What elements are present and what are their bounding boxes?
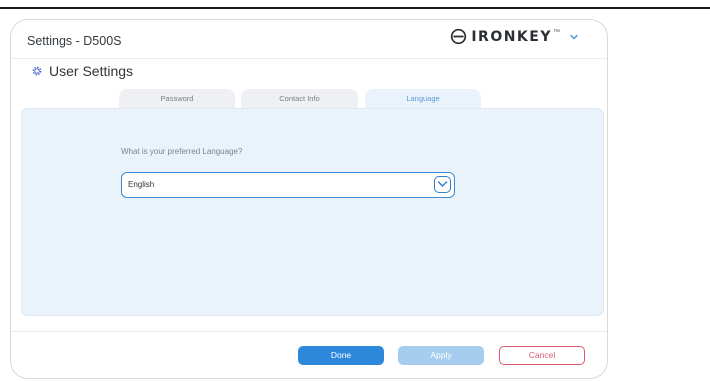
tab-language[interactable]: Language [365,89,481,109]
language-dropdown-button[interactable] [434,176,451,193]
language-panel: What is your preferred Language? English [21,108,604,316]
top-border-line [0,7,710,9]
chevron-down-icon[interactable] [569,32,579,42]
language-select-value: English [128,180,155,189]
gear-icon [32,66,42,76]
section-title: User Settings [49,63,134,79]
section-header: User Settings [31,63,133,79]
tab-contact-info[interactable]: Contact Info [241,89,358,108]
window-title: Settings - D500S [27,34,122,48]
footer-divider [11,331,607,332]
tab-password[interactable]: Password [119,89,235,108]
settings-window: Settings - D500S IRONKEY ™ User Settings… [10,19,608,379]
brand-menu[interactable]: IRONKEY ™ [450,28,579,45]
brand-name: IRONKEY [471,28,552,45]
brand-trademark: ™ [553,29,560,36]
ironkey-logo-icon [451,28,467,45]
done-button[interactable]: Done [298,346,384,365]
cancel-button[interactable]: Cancel [499,346,585,365]
chevron-down-icon [437,181,448,187]
language-select[interactable]: English [121,172,455,198]
apply-button[interactable]: Apply [398,346,484,365]
header-divider [11,58,607,59]
language-question: What is your preferred Language? [121,147,243,156]
